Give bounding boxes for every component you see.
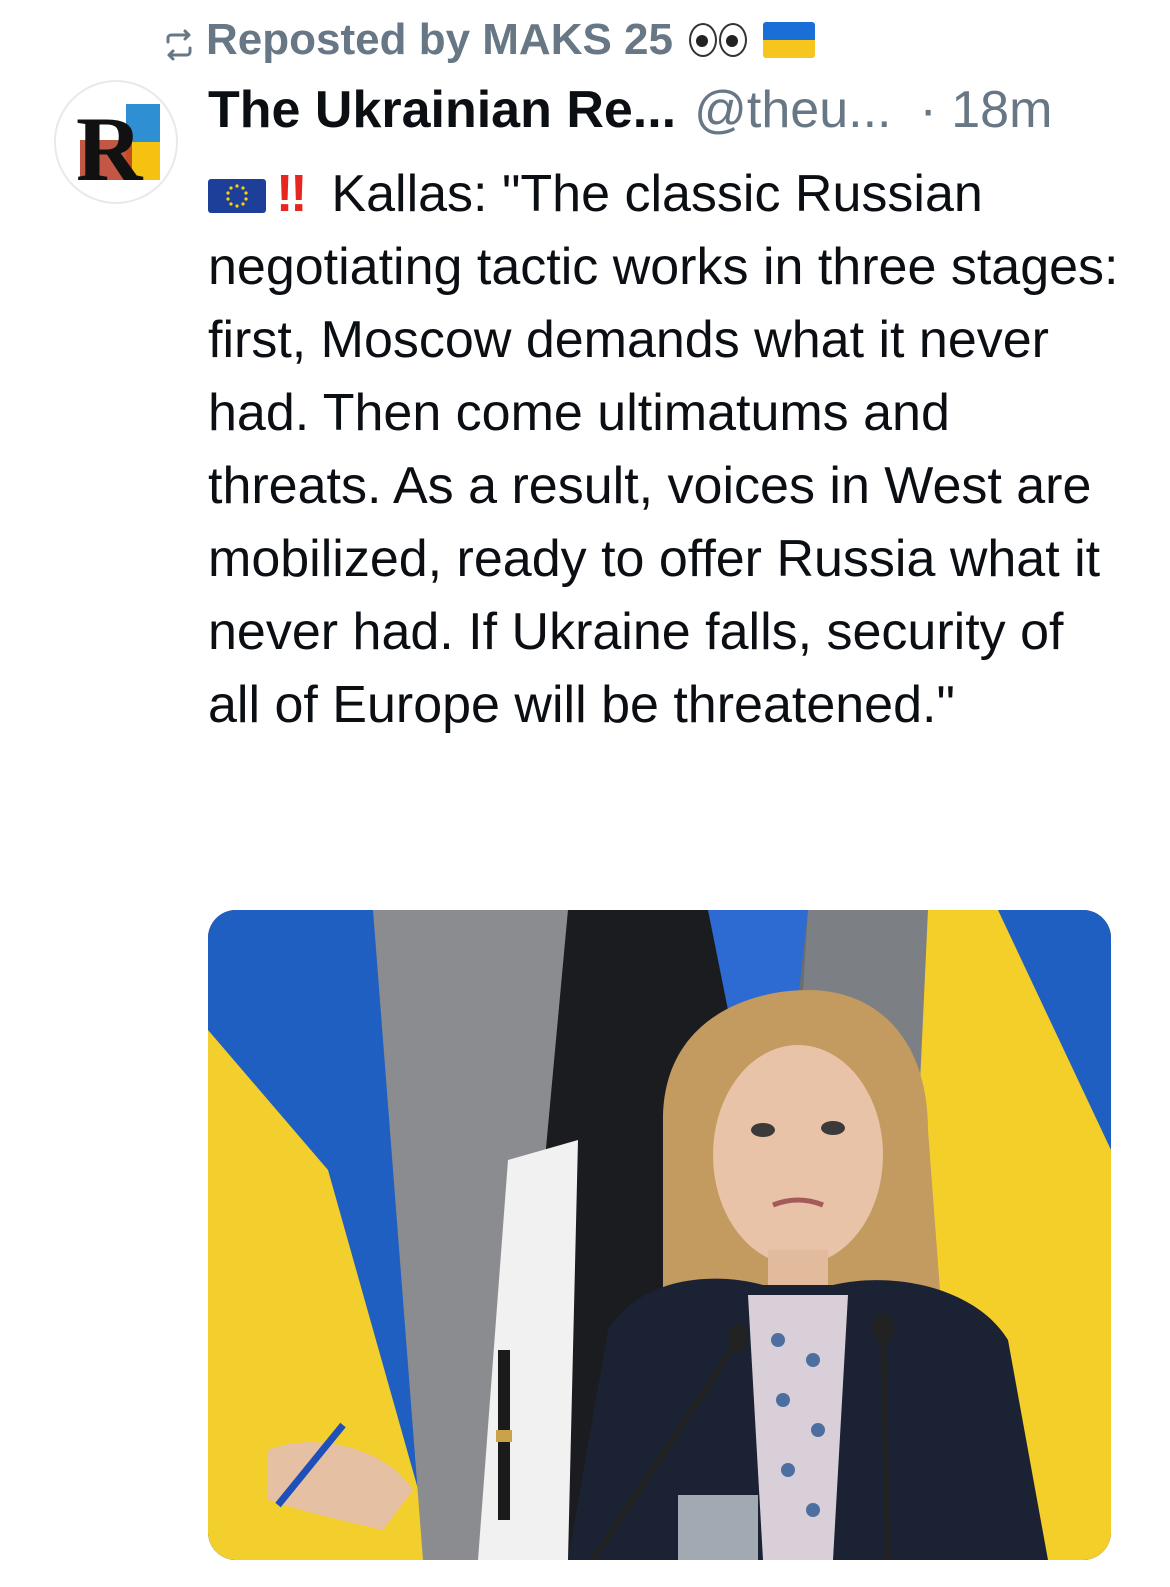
- author-name[interactable]: The Ukrainian Re...: [208, 80, 676, 140]
- post-text: ‼ Kallas: "The classic Russian negotiatin…: [208, 158, 1128, 742]
- post-header: The Ukrainian Re... @theu... · 18m: [208, 80, 1128, 140]
- eu-flag-emoji: [208, 179, 266, 213]
- post-time[interactable]: · 18m: [919, 80, 1052, 140]
- double-exclamation-emoji: ‼: [276, 165, 307, 223]
- post-image[interactable]: [208, 910, 1111, 1560]
- repost-indicator[interactable]: Reposted by MAKS 25: [162, 14, 815, 66]
- ukraine-flag-emoji: [762, 22, 815, 58]
- author-handle[interactable]: @theu...: [694, 80, 891, 140]
- avatar-letter: R: [76, 98, 144, 200]
- eyes-emoji: [688, 23, 747, 57]
- repost-icon: [162, 23, 196, 61]
- repost-label[interactable]: Reposted by MAKS 25: [206, 15, 673, 65]
- avatar[interactable]: R: [54, 80, 178, 204]
- post-body: Kallas: "The classic Russian negotiating…: [208, 165, 1133, 734]
